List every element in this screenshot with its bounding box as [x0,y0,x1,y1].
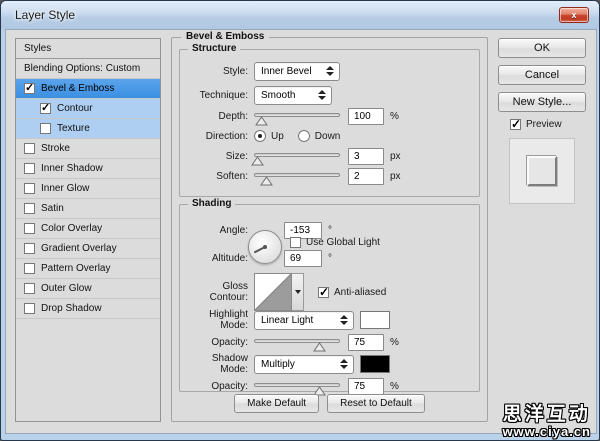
size-input[interactable] [348,148,384,165]
dialog-body: Styles Blending Options: Custom Bevel & … [5,29,597,434]
technique-row: Technique: Smooth [186,86,473,104]
highlight-opacity-slider[interactable] [254,335,340,349]
depth-input[interactable] [348,108,384,125]
styles-list: Styles Blending Options: Custom Bevel & … [15,38,161,422]
sidebar-item-stroke[interactable]: Stroke [16,139,160,159]
use-global-light-checkbox[interactable] [290,237,301,248]
title-bar: Layer Style x [1,1,599,29]
dropdown-arrows-icon [340,356,348,373]
contour-checkbox[interactable] [40,103,51,114]
altitude-row: Altitude: ° [186,249,473,267]
sidebar-item-pattern-overlay[interactable]: Pattern Overlay [16,259,160,279]
preview-bevel-square [527,156,557,186]
make-default-button[interactable]: Make Default [234,394,319,413]
sidebar-item-color-overlay[interactable]: Color Overlay [16,219,160,239]
dialog-actions: OK Cancel New Style... Preview [498,38,588,204]
shading-legend: Shading [188,198,235,209]
style-dropdown[interactable]: Inner Bevel [254,62,340,81]
sidebar-item-gradient-overlay[interactable]: Gradient Overlay [16,239,160,259]
pattern-overlay-checkbox[interactable] [24,263,35,274]
highlight-color-swatch[interactable] [360,311,390,329]
gloss-contour-row: Gloss Contour: Anti-aliased [186,273,473,311]
structure-legend: Structure [188,43,240,54]
size-slider[interactable] [254,149,340,163]
dropdown-arrows-icon [318,87,326,104]
inner-glow-checkbox[interactable] [24,183,35,194]
ok-button[interactable]: OK [498,38,586,58]
gradient-overlay-checkbox[interactable] [24,243,35,254]
inner-shadow-checkbox[interactable] [24,163,35,174]
altitude-input[interactable] [284,250,322,267]
chevron-down-icon [295,290,301,294]
sidebar-item-outer-glow[interactable]: Outer Glow [16,279,160,299]
layer-style-dialog: Layer Style x Styles Blending Options: C… [0,0,600,441]
sidebar-item-contour[interactable]: Contour [16,99,160,119]
sidebar-item-inner-glow[interactable]: Inner Glow [16,179,160,199]
sidebar-item-satin[interactable]: Satin [16,199,160,219]
highlight-opacity-row: Opacity: % [186,333,473,351]
highlight-opacity-input[interactable] [348,334,384,351]
styles-header: Styles [16,39,160,59]
dropdown-arrows-icon [326,63,334,80]
window-title: Layer Style [15,8,75,22]
shadow-color-swatch[interactable] [360,355,390,373]
new-style-button[interactable]: New Style... [498,92,586,112]
soften-row: Soften: px [186,167,473,185]
shadow-mode-dropdown[interactable]: Multiply [254,355,354,374]
color-overlay-checkbox[interactable] [24,223,35,234]
watermark: 思洋互动 www.ciya.cn [502,405,591,438]
sidebar-item-blending-options[interactable]: Blending Options: Custom [16,59,160,79]
anti-aliased-checkbox[interactable] [318,287,329,298]
size-row: Size: px [186,147,473,165]
panel-title: Bevel & Emboss [181,31,269,42]
soften-slider[interactable] [254,169,340,183]
technique-dropdown[interactable]: Smooth [254,86,332,105]
highlight-mode-row: Highlight Mode: Linear Light [186,311,473,329]
style-preview-thumbnail [509,138,575,204]
slider-thumb[interactable] [260,173,273,183]
shadow-opacity-input[interactable] [348,378,384,395]
texture-checkbox[interactable] [40,123,51,134]
direction-up-radio[interactable] [254,130,266,142]
bevel-emboss-checkbox[interactable] [24,83,35,94]
shadow-opacity-slider[interactable] [254,379,340,393]
sidebar-item-bevel-emboss[interactable]: Bevel & Emboss [16,79,160,99]
sidebar-item-inner-shadow[interactable]: Inner Shadow [16,159,160,179]
sidebar-item-drop-shadow[interactable]: Drop Shadow [16,299,160,319]
shadow-mode-row: Shadow Mode: Multiply [186,355,473,373]
depth-slider[interactable] [254,109,340,123]
cancel-button[interactable]: Cancel [498,65,586,85]
gloss-contour-dropdown-arrow[interactable] [292,273,304,311]
drop-shadow-checkbox[interactable] [24,303,35,314]
shading-group: Shading Angle: ° Use Global Light Alti [179,204,480,392]
reset-to-default-button[interactable]: Reset to Default [327,394,425,413]
gloss-contour-thumbnail[interactable] [254,273,292,311]
bevel-emboss-panel: Bevel & Emboss Structure Style: Inner Be… [171,37,488,422]
preview-toggle: Preview [510,119,588,130]
slider-thumb[interactable] [313,383,326,393]
sidebar-item-texture[interactable]: Texture [16,119,160,139]
structure-group: Structure Style: Inner Bevel Technique: … [179,49,480,197]
depth-row: Depth: % [186,107,473,125]
outer-glow-checkbox[interactable] [24,283,35,294]
slider-thumb[interactable] [251,153,264,163]
stroke-checkbox[interactable] [24,143,35,154]
highlight-mode-dropdown[interactable]: Linear Light [254,311,354,330]
soften-input[interactable] [348,168,384,185]
preview-checkbox[interactable] [510,119,521,130]
slider-thumb[interactable] [255,113,268,123]
satin-checkbox[interactable] [24,203,35,214]
direction-down-radio[interactable] [298,130,310,142]
slider-thumb[interactable] [313,339,326,349]
defaults-row: Make Default Reset to Default [172,394,487,413]
direction-row: Direction: Up Down [186,127,473,145]
style-row: Style: Inner Bevel [186,62,473,80]
dropdown-arrows-icon [340,312,348,329]
shadow-opacity-row: Opacity: % [186,377,473,395]
close-button[interactable]: x [559,7,589,23]
